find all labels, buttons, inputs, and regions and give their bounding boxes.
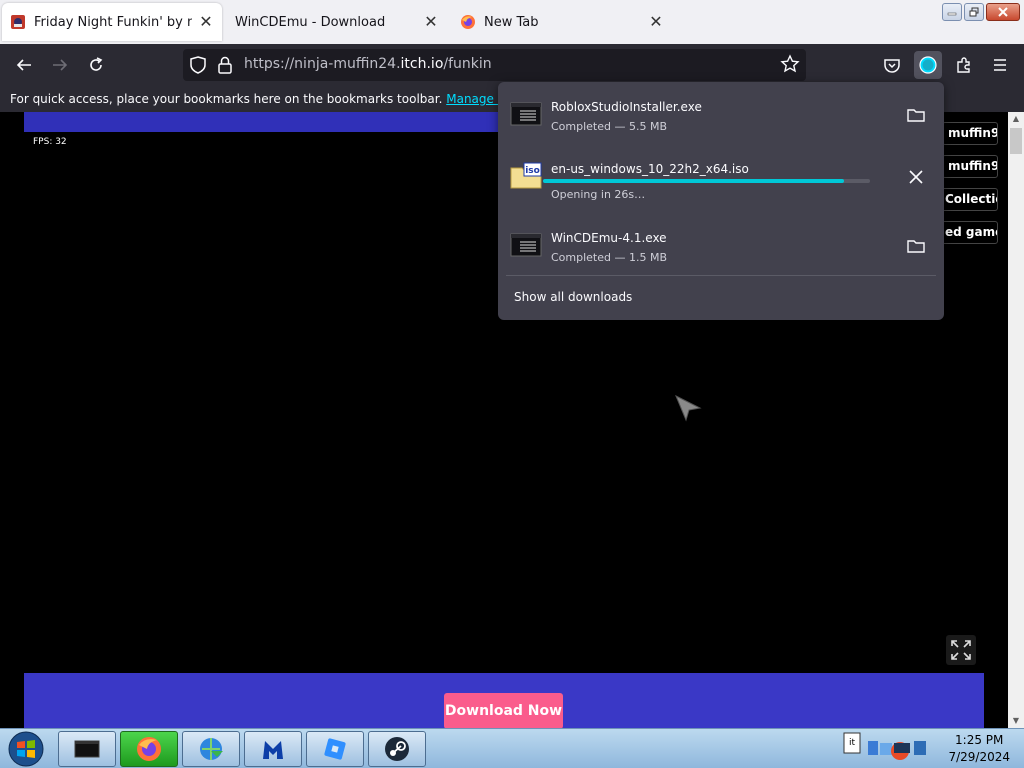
- itch-tray-icon: it: [843, 732, 861, 754]
- download-now-button[interactable]: Download Now: [444, 693, 563, 728]
- svg-text:it: it: [849, 738, 856, 748]
- restore-button[interactable]: [964, 3, 984, 21]
- reload-icon: [90, 57, 103, 71]
- clock[interactable]: 1:25 PM 7/29/2024: [948, 732, 1010, 766]
- mouse-cursor-icon: [674, 394, 702, 426]
- menu-button[interactable]: [986, 51, 1014, 79]
- bookmark-star-icon[interactable]: [780, 54, 800, 78]
- iso-file-icon: iso: [510, 160, 542, 192]
- tab-title: New Tab: [484, 14, 539, 30]
- follow-muffin99-button-1[interactable]: muffin99: [942, 122, 998, 145]
- scroll-thumb[interactable]: [1010, 128, 1022, 154]
- download-filename: WinCDEmu-4.1.exe: [551, 231, 667, 245]
- clock-date: 7/29/2024: [948, 750, 1010, 764]
- related-games-button[interactable]: ed games: [939, 221, 998, 244]
- tray-icons: [868, 741, 926, 760]
- minimize-button[interactable]: [942, 3, 962, 21]
- tab-title: WinCDEmu - Download: [235, 14, 386, 30]
- pocket-button[interactable]: [878, 51, 906, 79]
- taskbar: it 1:25 PM 7/29/2024: [0, 728, 1024, 768]
- game-top-band: [24, 112, 508, 132]
- url-text[interactable]: https://ninja-muffin24.itch.io/funkin: [244, 56, 492, 72]
- windows-logo-icon: [8, 731, 44, 767]
- download-item[interactable]: WinCDEmu-4.1.exe Completed — 1.5 MB: [506, 215, 936, 277]
- downloads-panel: RobloxStudioInstaller.exe Completed — 5.…: [498, 82, 944, 320]
- exe-file-icon: [510, 98, 542, 130]
- tab-title: Friday Night Funkin' by ninjamuffin99: [34, 14, 192, 30]
- forward-button[interactable]: [46, 51, 74, 79]
- download-progress-fill: [543, 179, 844, 183]
- taskbar-malwarebytes[interactable]: [244, 731, 302, 767]
- fullscreen-icon: [951, 640, 971, 660]
- clock-time: 1:25 PM: [955, 733, 1004, 747]
- terminal-icon: [74, 740, 100, 758]
- download-status: Opening in 26s…: [551, 188, 646, 201]
- taskbar-steam[interactable]: [368, 731, 426, 767]
- idm-globe-icon: [200, 738, 223, 760]
- back-arrow-icon: [16, 59, 31, 71]
- close-icon[interactable]: [904, 165, 928, 189]
- extensions-button[interactable]: [950, 51, 978, 79]
- pocket-icon: [884, 59, 900, 73]
- folder-icon[interactable]: [904, 103, 928, 127]
- steam-icon: [385, 737, 409, 761]
- fps-counter: FPS: 32: [33, 137, 67, 147]
- fnf-favicon-icon: [10, 14, 26, 30]
- close-icon[interactable]: ✕: [648, 14, 664, 30]
- folder-icon[interactable]: [904, 234, 928, 258]
- svg-text:iso: iso: [525, 166, 540, 176]
- downloads-button[interactable]: [914, 51, 942, 79]
- taskbar-roblox-studio[interactable]: [306, 731, 364, 767]
- start-button[interactable]: [6, 731, 46, 767]
- close-icon[interactable]: ✕: [423, 14, 439, 30]
- download-item[interactable]: iso en-us_windows_10_22h2_x64.iso Openin…: [506, 146, 936, 208]
- taskbar-internet-download-manager[interactable]: [182, 731, 240, 767]
- nav-bar: https://ninja-muffin24.itch.io/funkin: [0, 44, 1024, 86]
- tracking-protection-icon[interactable]: [189, 55, 207, 79]
- divider: [506, 275, 936, 276]
- scroll-down-icon[interactable]: ▼: [1008, 714, 1024, 728]
- scroll-up-icon[interactable]: ▲: [1008, 112, 1024, 126]
- reload-button[interactable]: [82, 51, 110, 79]
- window-close-button[interactable]: [986, 3, 1020, 21]
- download-item[interactable]: RobloxStudioInstaller.exe Completed — 5.…: [506, 84, 936, 146]
- exe-file-icon: [510, 229, 542, 261]
- taskbar-terminal[interactable]: [58, 731, 116, 767]
- page-scrollbar[interactable]: ▲ ▼: [1008, 112, 1024, 728]
- bookmarks-message: For quick access, place your bookmarks h…: [10, 92, 443, 106]
- add-to-collection-button[interactable]: Collection: [939, 188, 998, 211]
- firefox-icon: [137, 737, 161, 761]
- lock-icon[interactable]: [217, 56, 233, 78]
- url-bar[interactable]: https://ninja-muffin24.itch.io/funkin: [183, 49, 806, 81]
- firefox-icon: [460, 14, 476, 30]
- itch-side-buttons: muffin99 muffin99 Collection ed games: [939, 122, 998, 244]
- hamburger-menu-icon: [994, 59, 1006, 71]
- download-progress-bar: [543, 179, 870, 183]
- malwarebytes-icon: [263, 741, 283, 759]
- system-tray: it 1:25 PM 7/29/2024: [840, 729, 1024, 768]
- tab-friday-night-funkin[interactable]: Friday Night Funkin' by ninjamuffin99 ✕: [2, 3, 222, 41]
- download-status: Completed — 1.5 MB: [551, 251, 668, 264]
- tab-strip: Friday Night Funkin' by ninjamuffin99 ✕ …: [0, 0, 1024, 44]
- forward-arrow-icon: [53, 59, 68, 71]
- game-bottom-band: Download Now: [24, 673, 984, 728]
- window-controls: [942, 3, 1020, 21]
- show-all-downloads-button[interactable]: Show all downloads: [514, 290, 632, 304]
- back-button[interactable]: [10, 51, 38, 79]
- download-progress-icon: [919, 56, 937, 74]
- download-status: Completed — 5.5 MB: [551, 120, 668, 133]
- roblox-studio-icon: [324, 738, 346, 760]
- tab-wincdemu-download[interactable]: WinCDEmu - Download ✕: [227, 3, 447, 41]
- tab-new-tab[interactable]: New Tab ✕: [452, 3, 672, 41]
- download-filename: RobloxStudioInstaller.exe: [551, 100, 702, 114]
- screen: Friday Night Funkin' by ninjamuffin99 ✕ …: [0, 0, 1024, 768]
- puzzle-icon: [957, 57, 970, 73]
- fullscreen-button[interactable]: [946, 635, 976, 665]
- follow-muffin99-button-2[interactable]: muffin99: [942, 155, 998, 178]
- close-icon[interactable]: ✕: [198, 14, 214, 30]
- taskbar-firefox[interactable]: [120, 731, 178, 767]
- download-filename: en-us_windows_10_22h2_x64.iso: [551, 162, 749, 176]
